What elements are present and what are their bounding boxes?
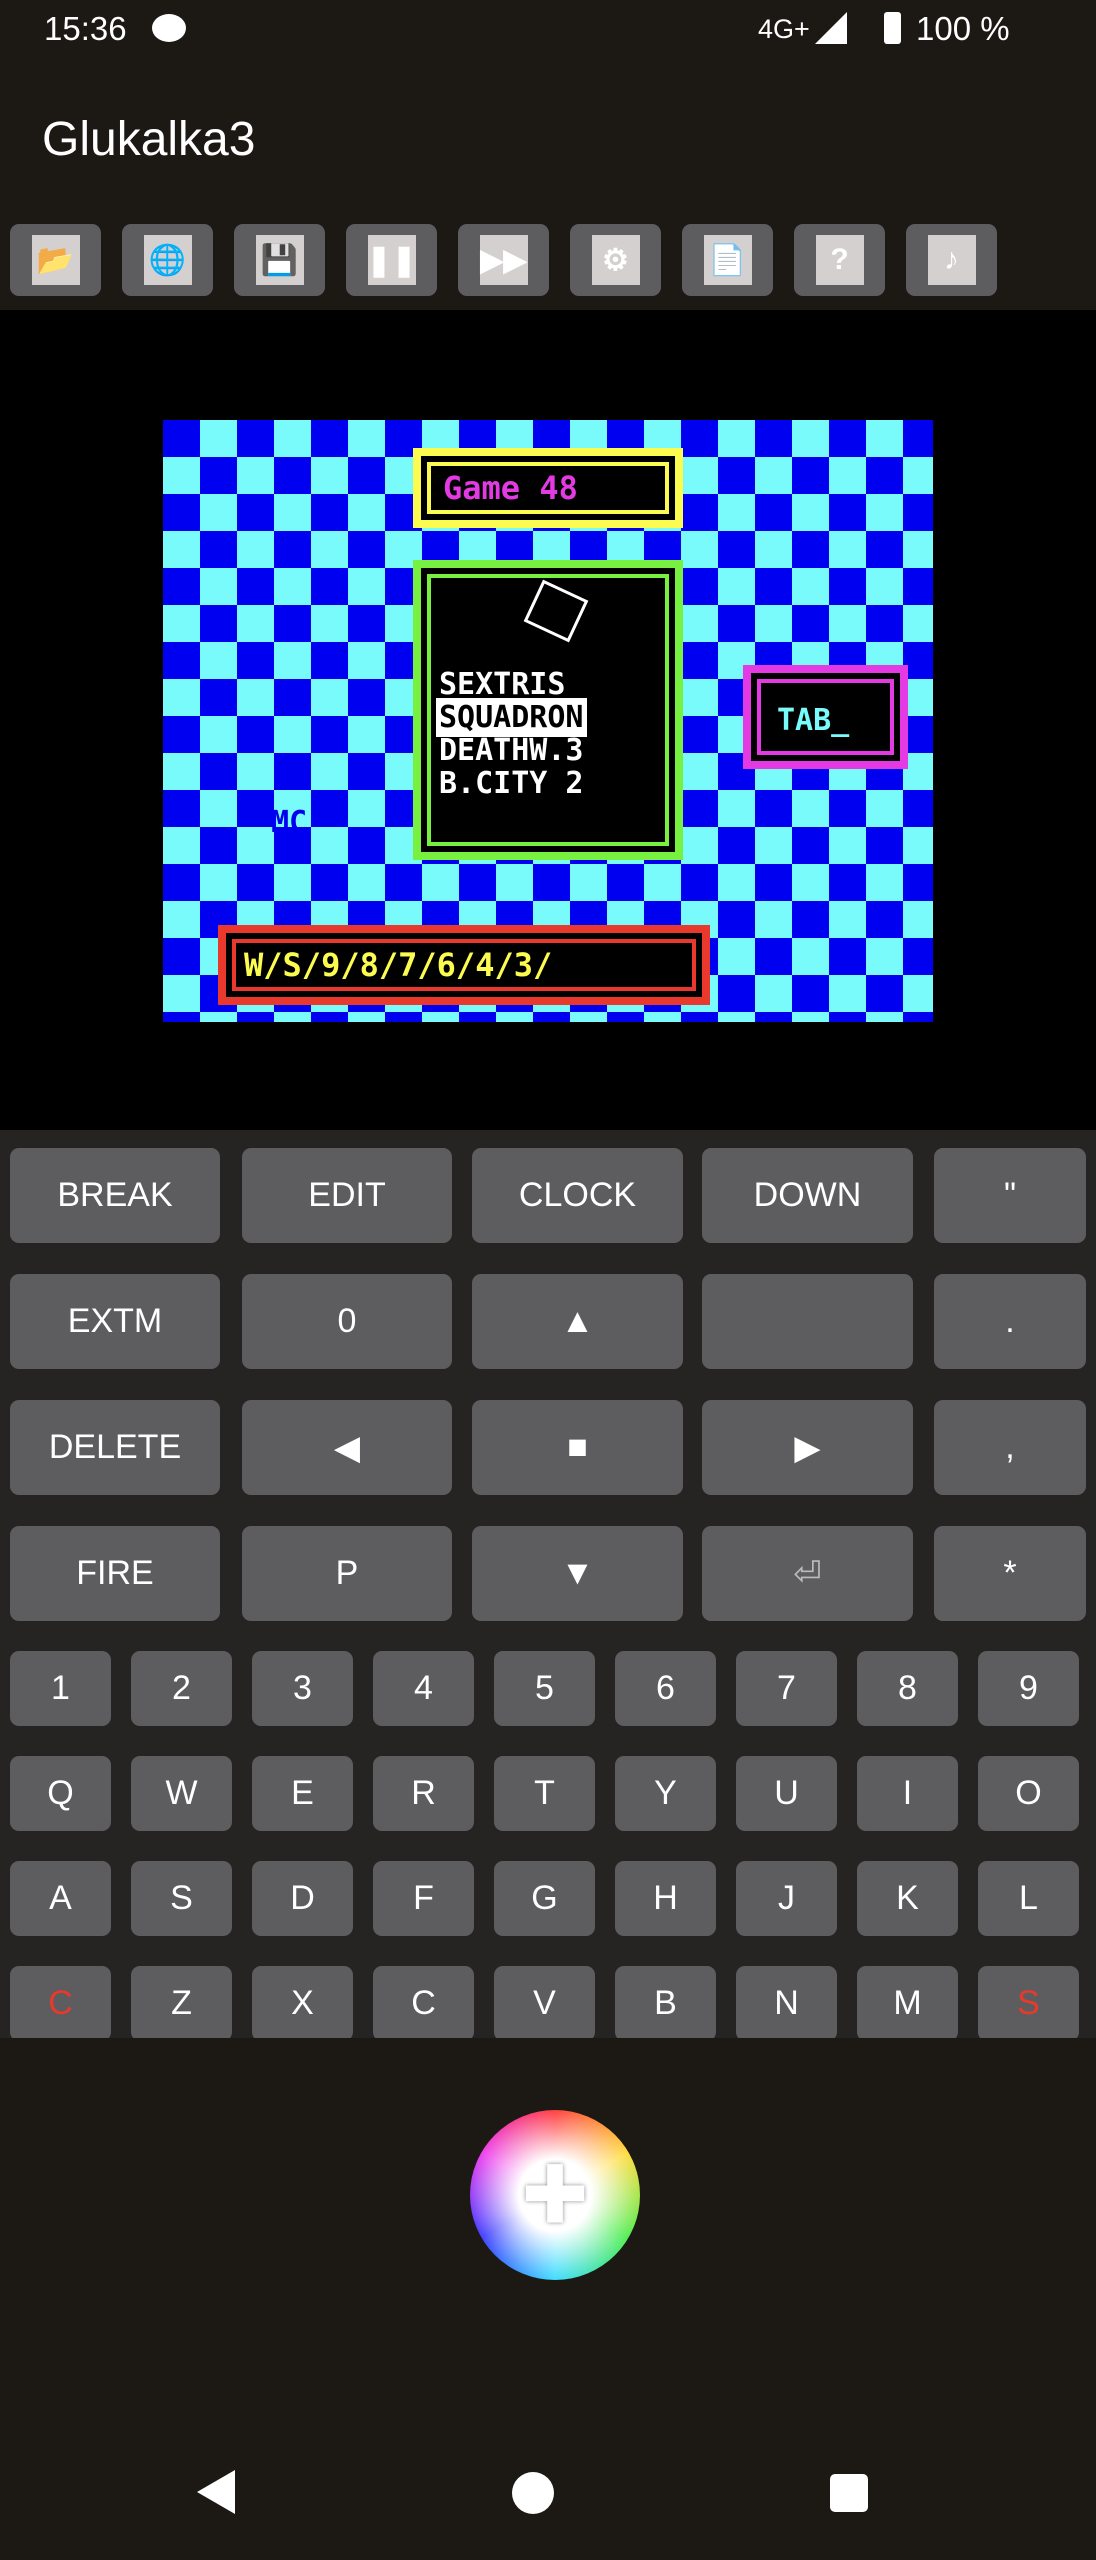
game-menu: SEXTRIS SQUADRON DEATHW.3 B.CITY 2 <box>413 560 683 860</box>
help-icon: ? <box>815 235 864 285</box>
key-9[interactable]: 9 <box>978 1651 1079 1726</box>
key-6[interactable]: 6 <box>615 1651 716 1726</box>
key-u[interactable]: U <box>736 1756 837 1831</box>
key-5[interactable]: 5 <box>494 1651 595 1726</box>
key-8[interactable]: 8 <box>857 1651 958 1726</box>
key-.[interactable]: . <box>934 1274 1086 1369</box>
status-bar: 15:36 4G+ 100 % <box>0 0 1096 60</box>
key-z[interactable]: Z <box>131 1966 232 2038</box>
key-j[interactable]: J <box>736 1861 837 1936</box>
key-e[interactable]: E <box>252 1756 353 1831</box>
mc-logo: MC <box>271 805 308 840</box>
key-p[interactable]: P <box>242 1526 452 1621</box>
open-folder-icon: 📂 <box>31 235 80 285</box>
key-clock[interactable]: CLOCK <box>472 1148 683 1243</box>
key-▼[interactable]: ▼ <box>472 1526 683 1621</box>
floppy-save-button[interactable]: 💾 <box>234 224 325 296</box>
key-w[interactable]: W <box>131 1756 232 1831</box>
recents-icon[interactable] <box>830 2474 868 2512</box>
clock: 15:36 <box>44 10 127 47</box>
music-file-icon: ♪ <box>927 235 976 285</box>
key-⏎[interactable]: ⏎ <box>702 1526 913 1621</box>
network-type: 4G+ <box>758 14 810 44</box>
key-*[interactable]: * <box>934 1526 1086 1621</box>
pause-icon: ❚❚ <box>366 235 417 285</box>
key-fire[interactable]: FIRE <box>10 1526 220 1621</box>
globe-search-icon: 🌐 <box>143 235 192 285</box>
key-▲[interactable]: ▲ <box>472 1274 683 1369</box>
key-extm[interactable]: EXTM <box>10 1274 220 1369</box>
chat-notification-icon <box>152 14 186 42</box>
key-i[interactable]: I <box>857 1756 958 1831</box>
key-7[interactable]: 7 <box>736 1651 837 1726</box>
key-delete[interactable]: DELETE <box>10 1400 220 1495</box>
key-■[interactable]: ■ <box>472 1400 683 1495</box>
app-title: Glukalka3 <box>42 113 256 166</box>
key-"[interactable]: " <box>934 1148 1086 1243</box>
help-button[interactable]: ? <box>794 224 885 296</box>
globe-search-button[interactable]: 🌐 <box>122 224 213 296</box>
key-1[interactable]: 1 <box>10 1651 111 1726</box>
battery-icon <box>884 12 901 44</box>
key-x[interactable]: X <box>252 1966 353 2038</box>
key-n[interactable]: N <box>736 1966 837 2038</box>
levels-box: W/S/9/8/7/6/4/3/ <box>218 925 710 1005</box>
key-3[interactable]: 3 <box>252 1651 353 1726</box>
key-b[interactable]: B <box>615 1966 716 2038</box>
key-r[interactable]: R <box>373 1756 474 1831</box>
key-f[interactable]: F <box>373 1861 474 1936</box>
home-icon[interactable] <box>512 2472 554 2514</box>
key-k[interactable]: K <box>857 1861 958 1936</box>
key-t[interactable]: T <box>494 1756 595 1831</box>
document-edit-button[interactable]: 📄 <box>682 224 773 296</box>
document-edit-icon: 📄 <box>703 235 752 285</box>
key-2[interactable]: 2 <box>131 1651 232 1726</box>
battery-percent: 100 % <box>916 10 1010 47</box>
key-,[interactable]: , <box>934 1400 1086 1495</box>
settings-chip-icon: ⚙ <box>591 235 640 285</box>
game-title-box: Game 48 <box>413 448 683 528</box>
key-o[interactable]: O <box>978 1756 1079 1831</box>
signal-icon <box>815 12 847 44</box>
emulator-display[interactable]: Game 48 SEXTRIS SQUADRON DEATHW.3 B.CITY… <box>0 310 1096 1130</box>
key-d[interactable]: D <box>252 1861 353 1936</box>
key-m[interactable]: M <box>857 1966 958 2038</box>
key-◀[interactable]: ◀ <box>242 1400 452 1495</box>
virtual-keyboard: BREAK EDIT CLOCK DOWN " EXTM 0 ▲. DELETE ◀ ■ ▶, FIRE… <box>0 1130 1096 2038</box>
key-c[interactable]: C <box>10 1966 111 2038</box>
key-s[interactable]: S <box>978 1966 1079 2038</box>
navigation-bar <box>0 2440 1096 2560</box>
back-icon[interactable] <box>197 2470 235 2514</box>
key-blank[interactable] <box>702 1274 913 1369</box>
toolbar: 📂 🌐 💾 ❚❚ ▶▶ ⚙ 📄? ♪ <box>0 212 1096 310</box>
key-q[interactable]: Q <box>10 1756 111 1831</box>
key-y[interactable]: Y <box>615 1756 716 1831</box>
key-a[interactable]: A <box>10 1861 111 1936</box>
joystick-button[interactable]: ✚ <box>470 2110 640 2280</box>
floppy-save-icon: 💾 <box>255 235 304 285</box>
fast-forward-button[interactable]: ▶▶ <box>458 224 549 296</box>
key-4[interactable]: 4 <box>373 1651 474 1726</box>
key-c[interactable]: C <box>373 1966 474 2038</box>
key-▶[interactable]: ▶ <box>702 1400 913 1495</box>
key-v[interactable]: V <box>494 1966 595 2038</box>
app-bar: Glukalka3 <box>0 98 1096 204</box>
settings-chip-button[interactable]: ⚙ <box>570 224 661 296</box>
pause-button[interactable]: ❚❚ <box>346 224 437 296</box>
tab-box: TAB_ <box>743 665 908 769</box>
key-s[interactable]: S <box>131 1861 232 1936</box>
key-l[interactable]: L <box>978 1861 1079 1936</box>
music-file-button[interactable]: ♪ <box>906 224 997 296</box>
game-screen[interactable]: Game 48 SEXTRIS SQUADRON DEATHW.3 B.CITY… <box>163 420 933 1022</box>
fast-forward-icon: ▶▶ <box>479 235 528 285</box>
key-break[interactable]: BREAK <box>10 1148 220 1243</box>
dpad-icon: ✚ <box>521 2150 589 2240</box>
key-edit[interactable]: EDIT <box>242 1148 452 1243</box>
key-0[interactable]: 0 <box>242 1274 452 1369</box>
key-down[interactable]: DOWN <box>702 1148 913 1243</box>
open-folder-button[interactable]: 📂 <box>10 224 101 296</box>
key-g[interactable]: G <box>494 1861 595 1936</box>
key-h[interactable]: H <box>615 1861 716 1936</box>
